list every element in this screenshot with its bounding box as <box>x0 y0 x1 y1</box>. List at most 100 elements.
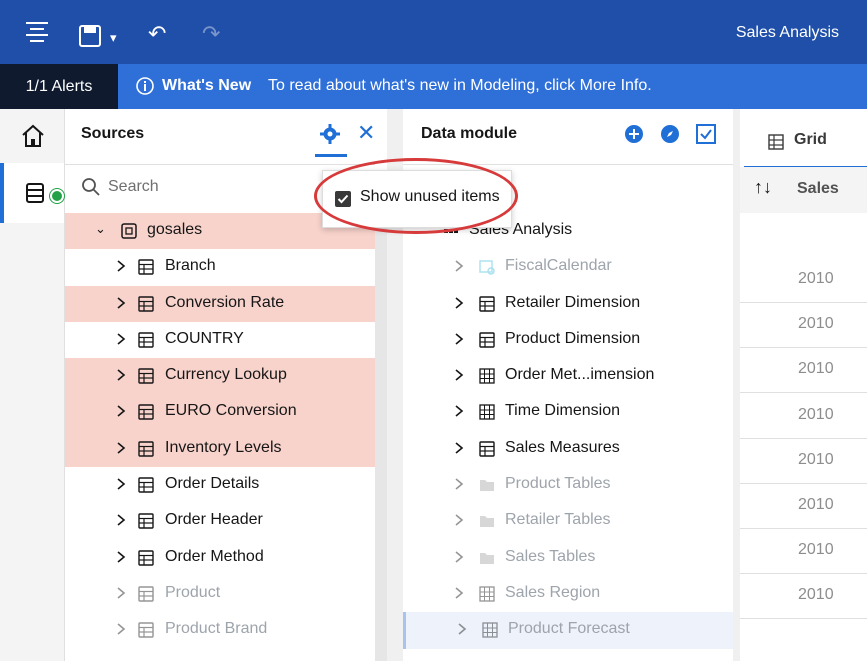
add-icon[interactable] <box>623 123 645 145</box>
chevron-down-icon[interactable]: ⌄ <box>95 221 107 236</box>
tree-item[interactable]: Sales Region <box>403 576 733 612</box>
tree-item-label: Product Forecast <box>508 620 630 638</box>
table-icon <box>138 586 154 602</box>
table-icon <box>138 368 154 384</box>
chevron-right-icon[interactable] <box>453 296 465 310</box>
tree-item[interactable]: Retailer Tables <box>403 503 733 539</box>
chevron-right-icon[interactable] <box>115 477 127 491</box>
grid-column-header[interactable]: Sales <box>797 180 839 198</box>
tree-item[interactable]: Currency Lookup <box>65 358 375 395</box>
sources-rail-button[interactable] <box>0 163 64 223</box>
chevron-right-icon[interactable] <box>115 586 127 600</box>
table-cell: 2010 <box>798 405 834 423</box>
chevron-right-icon[interactable] <box>453 550 465 564</box>
chevron-right-icon[interactable] <box>115 550 127 564</box>
table-row[interactable]: 2010 <box>740 438 867 484</box>
app-header: ▾ ↶ ↷ Sales Analysis <box>0 0 867 64</box>
grid-panel: Grid ↑↓ Sales 2010 2010 2010 2010 2010 2010 20… <box>740 109 867 661</box>
redo-icon[interactable]: ↷ <box>202 22 220 46</box>
table-cell: 2010 <box>798 450 834 468</box>
menu-icon[interactable] <box>22 20 50 44</box>
search-input[interactable]: Search <box>108 178 159 196</box>
chevron-right-icon[interactable] <box>453 441 465 455</box>
undo-icon[interactable]: ↶ <box>148 22 166 46</box>
tree-item-label: EURO Conversion <box>165 402 297 420</box>
chevron-right-icon[interactable] <box>453 368 465 382</box>
tree-item[interactable]: FiscalCalendar <box>403 249 733 285</box>
tab-grid[interactable]: Grid <box>744 109 867 169</box>
table-row[interactable]: 2010 <box>740 393 867 439</box>
folder-icon <box>480 552 494 564</box>
tree-item[interactable]: Product Forecast <box>403 612 733 649</box>
tree-item-label: Product Dimension <box>505 329 641 347</box>
close-icon[interactable]: ✕ <box>357 122 375 144</box>
table-row[interactable]: 2010 <box>740 257 867 303</box>
tree-item-label: Order Details <box>165 475 260 493</box>
tree-item[interactable]: Product Tables <box>403 467 733 503</box>
tree-item[interactable]: Conversion Rate <box>65 285 375 322</box>
tree-item[interactable]: Time Dimension <box>403 394 733 430</box>
table-icon <box>138 513 154 530</box>
table-row[interactable]: 2010 <box>740 302 867 349</box>
chevron-right-icon[interactable] <box>115 441 127 455</box>
tree-item[interactable]: Inventory Levels <box>65 430 375 468</box>
chevron-right-icon[interactable] <box>453 586 465 600</box>
checklist-icon[interactable] <box>695 123 717 145</box>
tree-item[interactable]: Product <box>65 576 375 612</box>
tree-item[interactable]: Order Met...imension <box>403 358 733 394</box>
chevron-right-icon[interactable] <box>115 259 127 273</box>
sources-scrollbar[interactable] <box>375 210 387 661</box>
tree-item[interactable]: Sales Measures <box>403 431 733 467</box>
table-icon <box>138 404 154 421</box>
chevron-right-icon[interactable] <box>453 259 465 273</box>
sort-icon[interactable]: ↑↓ <box>754 177 772 198</box>
table-row[interactable]: 2010 <box>740 483 867 529</box>
tree-item-label: Sales Measures <box>505 438 620 456</box>
folder-icon <box>480 480 494 492</box>
compass-icon[interactable] <box>659 123 681 145</box>
chevron-right-icon[interactable] <box>453 332 465 346</box>
alerts-count[interactable]: 1/1 Alerts <box>0 64 118 109</box>
chevron-right-icon[interactable] <box>115 332 127 346</box>
chevron-right-icon[interactable] <box>115 622 127 636</box>
alerts-bar: 1/1 Alerts What's New To read about what… <box>0 64 867 109</box>
tree-item[interactable]: COUNTRY <box>65 322 375 358</box>
tree-item[interactable]: Product Dimension <box>403 322 733 358</box>
chevron-right-icon[interactable] <box>115 296 127 310</box>
tree-item[interactable]: Product Brand <box>65 612 375 648</box>
tree-item[interactable]: Sales Tables <box>403 540 733 576</box>
grid-table-icon <box>479 586 495 602</box>
table-row[interactable]: 2010 <box>740 528 867 575</box>
status-dot-icon <box>50 189 64 203</box>
left-rail <box>0 109 65 661</box>
table-row[interactable]: 2010 <box>740 573 867 620</box>
highlight-ring <box>314 158 518 234</box>
chevron-right-icon[interactable] <box>456 622 468 636</box>
table-icon <box>138 295 154 312</box>
tree-item[interactable]: Branch <box>65 249 375 285</box>
chevron-right-icon[interactable] <box>115 404 127 418</box>
gear-icon[interactable] <box>319 123 341 145</box>
chevron-down-icon[interactable]: ▾ <box>110 26 117 50</box>
grid-table-icon <box>482 622 498 638</box>
chevron-right-icon[interactable] <box>115 368 127 382</box>
tree-item[interactable]: Retailer Dimension <box>403 286 733 322</box>
table-cell: 2010 <box>798 315 834 333</box>
panel-divider-right[interactable] <box>733 109 740 661</box>
table-row[interactable]: 2010 <box>740 347 867 394</box>
chevron-right-icon[interactable] <box>115 513 127 527</box>
save-icon[interactable] <box>78 24 102 48</box>
table-icon <box>138 259 154 275</box>
sources-icon <box>26 183 44 203</box>
calendar-icon <box>479 260 495 275</box>
tree-item[interactable]: EURO Conversion <box>65 394 375 431</box>
home-icon[interactable] <box>20 123 46 149</box>
tree-item[interactable]: Order Header <box>65 503 375 539</box>
tree-item[interactable]: Order Method <box>65 540 375 576</box>
chevron-right-icon[interactable] <box>453 477 465 491</box>
table-icon <box>138 549 154 566</box>
chevron-right-icon[interactable] <box>453 513 465 527</box>
tree-item[interactable]: Order Details <box>65 467 375 503</box>
chevron-right-icon[interactable] <box>453 404 465 418</box>
alert-message: To read about what's new in Modeling, cl… <box>268 77 652 94</box>
